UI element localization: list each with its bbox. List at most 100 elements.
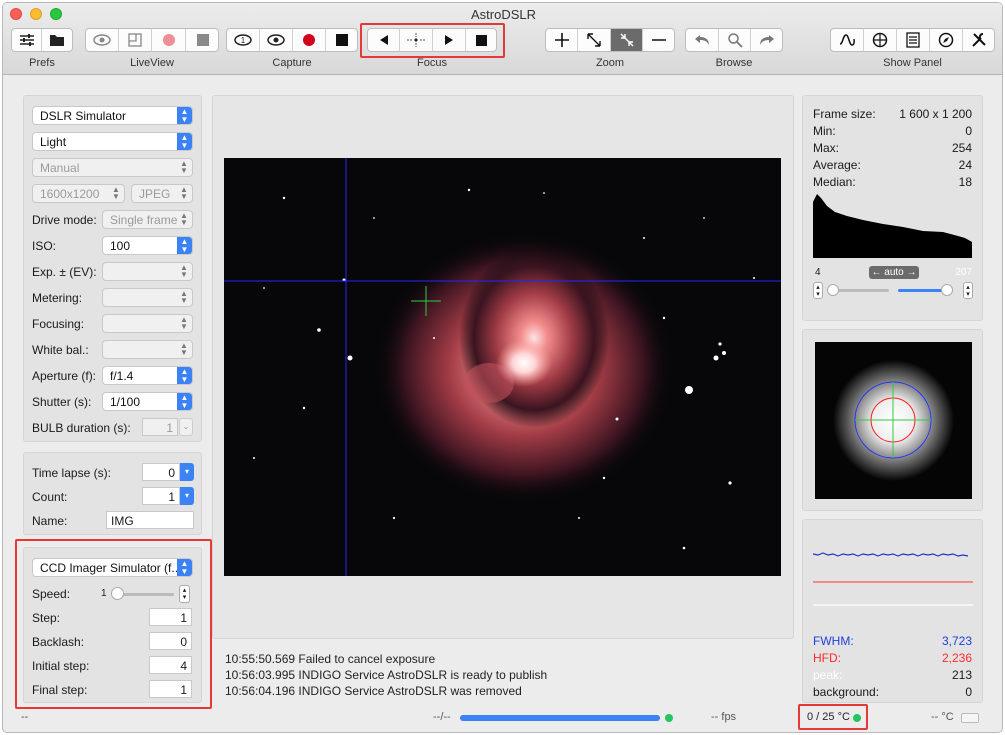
name-field[interactable]: IMG — [106, 511, 194, 529]
average-value: 24 — [958, 158, 972, 172]
chevron-updown-icon: ▲ ▼ — [112, 185, 120, 201]
liveview-stop-button[interactable] — [186, 29, 219, 51]
white-balance-select[interactable]: ▲ ▼ — [102, 340, 193, 359]
camera-panel: DSLR Simulator ▲ ▼ Light ▲ ▼ Manual ▲ ▼ 1600x1… — [23, 95, 202, 442]
eye-icon — [267, 34, 285, 46]
bulb-stepper[interactable]: ⌄ — [179, 418, 193, 436]
drive-mode-select[interactable]: Single frame ▲ ▼ — [102, 210, 193, 229]
white-balance-label: White bal.: — [32, 343, 89, 357]
preferences-button[interactable] — [12, 29, 42, 51]
browse-group-label: Browse — [715, 57, 753, 69]
frame-icon — [128, 33, 142, 47]
panel-focus-graph-button[interactable] — [831, 29, 864, 51]
fwhm-value: 3,723 — [941, 634, 972, 648]
zoom-actual-button[interactable] — [611, 29, 643, 51]
chevron-updown-icon: ▲ ▼ — [180, 289, 188, 305]
capture-record-button[interactable] — [293, 29, 326, 51]
timelapse-field[interactable]: 0 — [142, 463, 180, 481]
focusing-label: Focusing: — [32, 317, 85, 331]
cooler-highlight — [798, 704, 868, 730]
format-select[interactable]: JPEG ▲ ▼ — [131, 184, 193, 203]
timelapse-dropdown[interactable]: ▾ — [180, 463, 194, 481]
hfd-row: HFD: 2,236 — [813, 651, 972, 665]
liveview-preview-button[interactable] — [86, 29, 119, 51]
minus-icon — [652, 39, 666, 41]
capture-preview-button[interactable] — [260, 29, 293, 51]
tools-icon — [972, 33, 986, 47]
chevron-updown-icon: ▲ ▼ — [177, 393, 192, 410]
background-label: background: — [813, 685, 880, 699]
high-slider-knob[interactable] — [941, 284, 953, 296]
fwhm-label: FWHM: — [813, 634, 854, 648]
temperature-readout: -- °C — [931, 711, 954, 723]
zoom-in-button[interactable] — [546, 29, 578, 51]
aperture-icon — [872, 32, 888, 48]
capture-status-indicator — [665, 714, 673, 722]
astro-image[interactable] — [224, 158, 781, 576]
status-left: -- — [21, 711, 29, 723]
liveview-frame-button[interactable] — [119, 29, 152, 51]
count-dropdown[interactable]: ▾ — [180, 487, 194, 505]
show-panel-group-label: Show Panel — [883, 57, 942, 69]
panel-tools-button[interactable] — [963, 29, 995, 51]
browse-back-button[interactable] — [686, 29, 719, 51]
eye-icon — [93, 34, 111, 46]
shutter-label: Shutter (s): — [32, 395, 92, 409]
chevron-updown-icon: ▲ ▼ — [180, 211, 188, 227]
panel-log-button[interactable] — [897, 29, 930, 51]
aperture-value: f/1.4 — [110, 369, 134, 383]
app-window: AstroDSLR Prefs LiveView 1 Capture Focus… — [2, 2, 1003, 733]
mode-value: Manual — [40, 161, 80, 175]
panel-aperture-button[interactable] — [864, 29, 897, 51]
peak-label: peak: — [813, 668, 843, 682]
median-value: 18 — [958, 175, 972, 189]
capture-stop-button[interactable] — [326, 29, 358, 51]
low-stepper[interactable]: ▴ ▾ — [813, 282, 823, 299]
frame-type-value: Light — [40, 135, 67, 149]
panel-guider-button[interactable] — [930, 29, 963, 51]
metering-select[interactable]: ▲ ▼ — [102, 288, 193, 307]
chevron-updown-icon: ▲ ▼ — [180, 159, 188, 175]
bulb-duration-field[interactable]: 1 — [142, 418, 178, 436]
compress-icon — [620, 33, 633, 47]
background-row: background: 0 — [813, 685, 972, 699]
exposure-comp-select[interactable]: ▲ ▼ — [102, 262, 193, 281]
chevron-updown-icon: ▲ ▼ — [177, 237, 192, 254]
high-stepper[interactable]: ▴ ▾ — [963, 282, 973, 299]
zoom-fit-button[interactable] — [578, 29, 611, 51]
resolution-value: 1600x1200 — [40, 187, 100, 201]
window-title: AstroDSLR — [470, 7, 537, 22]
folder-icon — [50, 35, 64, 46]
browse-search-button[interactable] — [719, 29, 751, 51]
open-folder-button[interactable] — [42, 29, 72, 51]
shutter-select[interactable]: 1/100 ▲ ▼ — [102, 392, 193, 411]
star-preview-panel — [802, 329, 983, 511]
aperture-select[interactable]: f/1.4 ▲ ▼ — [102, 366, 193, 385]
count-field[interactable]: 1 — [142, 487, 180, 505]
back-arrow-icon — [695, 35, 709, 45]
camera-device-select[interactable]: DSLR Simulator ▲ ▼ — [32, 106, 193, 125]
focusing-select[interactable]: ▲ ▼ — [102, 314, 193, 333]
exposure-comp-label: Exp. ± (EV): — [32, 265, 97, 279]
resolution-select[interactable]: 1600x1200 ▲ ▼ — [32, 184, 125, 203]
fwhm-row: FWHM: 3,723 — [813, 634, 972, 648]
compass-icon — [938, 32, 954, 48]
prefs-group-label: Prefs — [29, 57, 55, 69]
stop-icon — [336, 34, 348, 46]
browse-forward-button[interactable] — [751, 29, 783, 51]
log-line: 10:55:50.569 Failed to cancel exposure — [225, 652, 436, 666]
single-shot-icon: 1 — [234, 34, 252, 46]
liveview-record-button[interactable] — [152, 29, 186, 51]
iso-select[interactable]: 100 ▲ ▼ — [102, 236, 193, 255]
min-value: 0 — [965, 124, 972, 138]
frame-type-select[interactable]: Light ▲ ▼ — [32, 132, 193, 151]
capture-single-button[interactable]: 1 — [227, 29, 260, 51]
max-label: Max: — [813, 141, 840, 155]
mode-select[interactable]: Manual ▲ ▼ — [32, 158, 193, 177]
log-line: 10:56:04.196 INDIGO Service AstroDSLR wa… — [225, 684, 522, 698]
zoom-out-button[interactable] — [643, 29, 675, 51]
max-row: Max: 254 — [813, 141, 972, 155]
histogram-auto-button[interactable]: ← auto → — [869, 266, 919, 279]
aperture-label: Aperture (f): — [32, 369, 97, 383]
low-slider-knob[interactable] — [827, 284, 839, 296]
